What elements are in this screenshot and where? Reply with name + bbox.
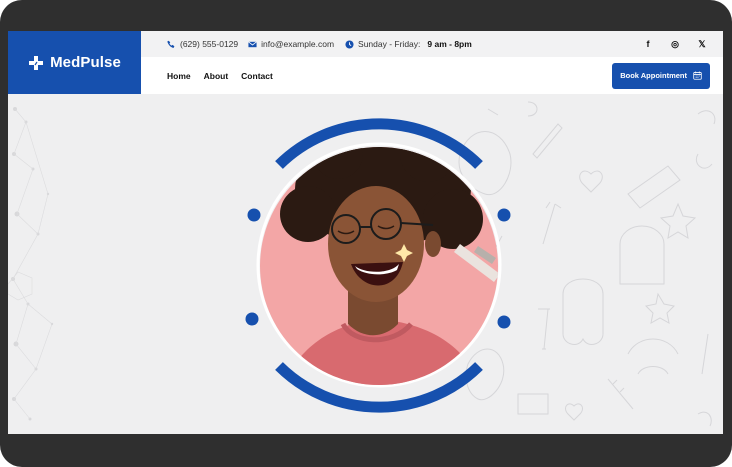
hours-value: 9 am - 8pm <box>427 39 472 49</box>
hero-section <box>8 94 723 434</box>
instagram-icon[interactable]: ◎ <box>668 37 682 51</box>
envelope-icon <box>248 40 257 47</box>
email-info[interactable]: info@example.com <box>248 39 334 49</box>
nav-home[interactable]: Home <box>167 71 191 81</box>
main-navigation: Home About Contact Book Appointment <box>141 57 723 94</box>
phone-icon <box>167 40 175 48</box>
facebook-icon[interactable]: f <box>641 37 655 51</box>
nav-about[interactable]: About <box>204 71 229 81</box>
contact-info-bar: (629) 555-0129 info@example.com Sunday -… <box>141 31 723 57</box>
x-icon[interactable]: 𝕏 <box>695 37 709 51</box>
book-appointment-label: Book Appointment <box>620 71 687 80</box>
nav-contact[interactable]: Contact <box>241 71 273 81</box>
email-address: info@example.com <box>261 39 335 49</box>
browser-viewport: MedPulse (629) 555-0129 info@example.com… <box>8 31 723 434</box>
hours-label: Sunday - Friday: <box>358 39 421 49</box>
brand-name: MedPulse <box>50 54 121 71</box>
brand-logo[interactable]: MedPulse <box>8 31 141 94</box>
phone-number: (629) 555-0129 <box>180 39 239 49</box>
nav-links: Home About Contact <box>167 71 273 81</box>
medical-cross-icon <box>29 55 44 70</box>
smiling-woman-portrait <box>260 147 498 385</box>
device-frame: MedPulse (629) 555-0129 info@example.com… <box>0 0 732 467</box>
book-appointment-button[interactable]: Book Appointment <box>612 62 710 89</box>
social-links: f ◎ 𝕏 <box>641 37 709 51</box>
hours-info: Sunday - Friday: 9 am - 8pm <box>345 39 472 49</box>
phone-info[interactable]: (629) 555-0129 <box>167 39 238 49</box>
clock-icon <box>345 39 354 49</box>
calendar-icon <box>693 71 702 80</box>
